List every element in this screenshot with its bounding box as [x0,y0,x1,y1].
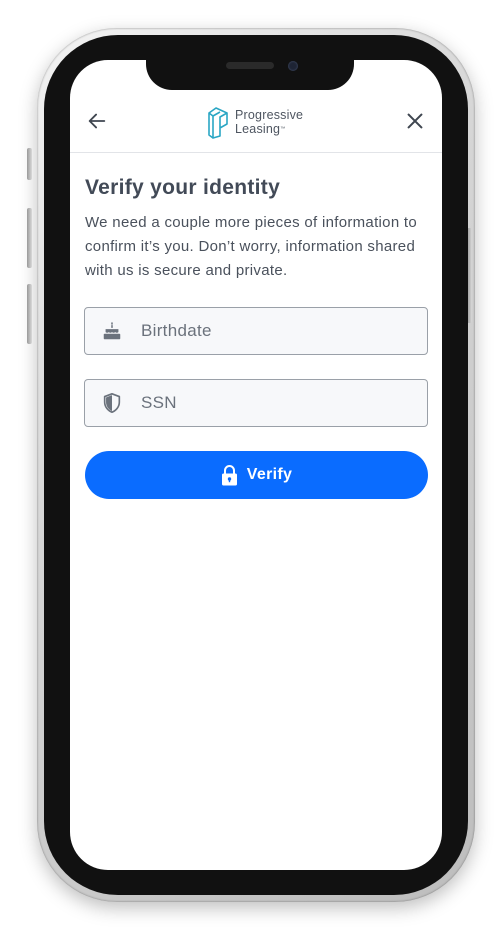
app-header: Progressive Leasing™ [70,94,442,153]
ssn-input[interactable] [139,392,403,414]
speaker-grille [226,62,274,69]
arrow-left-icon[interactable] [86,110,108,132]
device-mockup: Progressive Leasing™ Verify your identit… [0,0,502,929]
logo-trademark: ™ [280,126,286,132]
ssn-field[interactable] [84,379,428,427]
lock-icon [221,465,237,486]
page-description: We need a couple more pieces of informat… [85,214,418,279]
logo-line-1: Progressive [235,108,304,122]
volume-up-button [27,208,32,268]
birthday-cake-icon [103,321,121,340]
volume-down-button [27,284,32,344]
mute-switch [27,148,32,180]
verify-button-label: Verify [246,466,293,483]
progressive-logo-mark-icon [208,107,228,139]
logo-line-2: Leasing™ [235,122,303,136]
progressive-leasing-logo: Progressive Leasing™ [207,104,303,140]
phone-notch [146,52,354,90]
verify-button[interactable]: Verify [85,451,428,499]
logo-wordmark: Progressive Leasing™ [235,108,303,136]
birthdate-input[interactable] [139,320,403,342]
page-title: Verify your identity [85,176,281,199]
logo-line-2-text: Leasing [235,122,281,136]
shield-icon [103,393,121,413]
front-camera [288,61,298,71]
close-icon[interactable] [404,110,426,132]
birthdate-field[interactable] [84,307,428,355]
app-screen: Progressive Leasing™ Verify your identit… [70,60,442,870]
